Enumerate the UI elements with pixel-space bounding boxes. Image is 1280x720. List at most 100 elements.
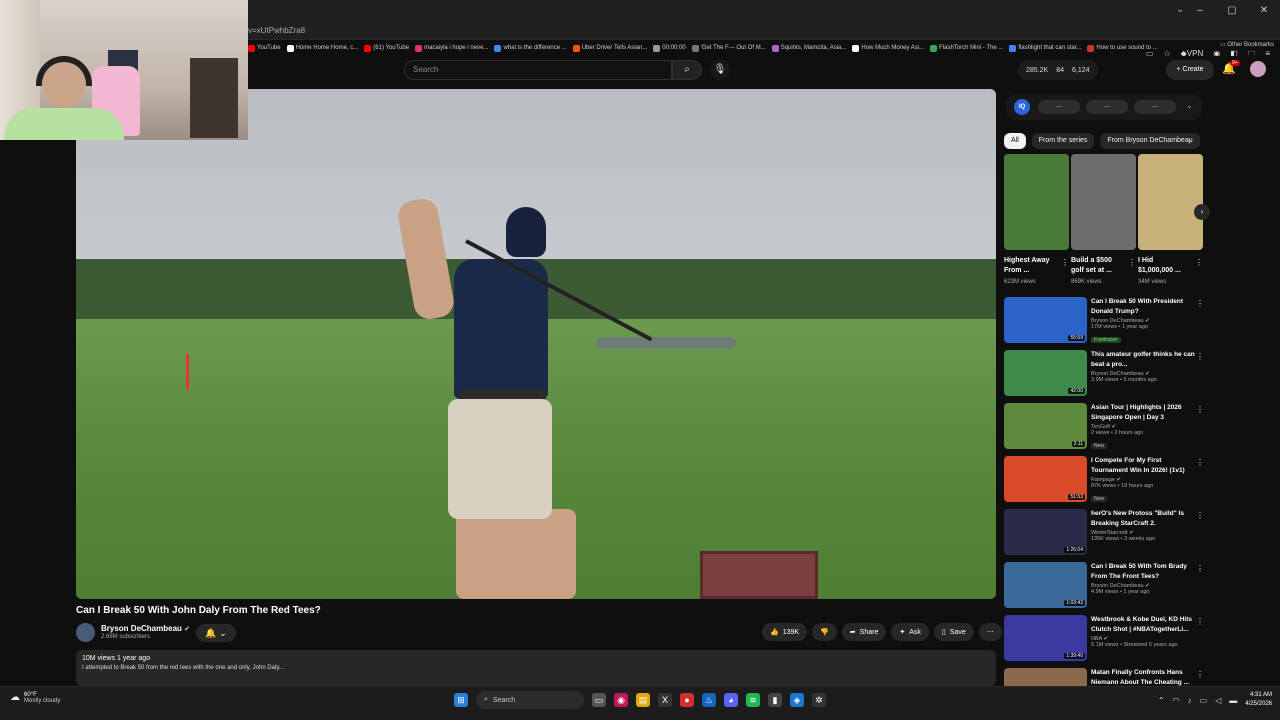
spotify-icon[interactable]: ≋ — [746, 693, 760, 707]
recommendation-item[interactable]: 2:11 Asian Tour | Highlights | 2026 Singa… — [1004, 403, 1204, 456]
bookmark-label: FlashTorch Mini - The ... — [939, 45, 1004, 51]
more-vert-icon[interactable]: ⋮ — [1196, 670, 1204, 679]
more-vert-icon[interactable]: ⋮ — [1196, 352, 1204, 361]
url-text[interactable]: v=xUtPwhbZra8 — [248, 26, 305, 35]
save-button[interactable]: ▯ Save — [933, 623, 974, 641]
bookmark-item[interactable]: 'Get The F--- Out Of M... — [691, 44, 766, 52]
more-vert-icon[interactable]: ⋮ — [1196, 511, 1204, 520]
weather-widget[interactable]: ☁ 60°F Mostly cloudy — [10, 692, 60, 704]
recommendation-item[interactable]: 55:59 Can I Break 50 With President Donal… — [1004, 297, 1204, 350]
restore-icon[interactable]: ▢ — [1216, 0, 1248, 22]
terminal-icon[interactable]: ▮ — [768, 693, 782, 707]
channel-avatar[interactable] — [76, 623, 95, 642]
bookmark-item[interactable]: flashlight that can star... — [1009, 44, 1081, 52]
recommendation-item[interactable]: 1:03:43 Can I Break 50 With Tom Brady Fro… — [1004, 562, 1204, 615]
recommendation-info: Westbrook & Kobe Duel, KD Hits Clutch Sh… — [1091, 615, 1195, 648]
video-frame-pond — [596, 337, 736, 349]
chevron-right-icon: › — [1200, 207, 1204, 216]
bookmark-item[interactable]: How to use sound to ... — [1087, 44, 1158, 52]
recommendation-item[interactable]: 1:26:04 herO's New Protoss "Build" Is Bre… — [1004, 509, 1204, 562]
more-vert-icon[interactable]: ⋮ — [1196, 564, 1204, 573]
video-frame-golfer-shorts — [448, 399, 552, 519]
more-vert-icon[interactable]: ⋮ — [1196, 405, 1204, 414]
extension-stats[interactable]: 285.2K 84 6,124 — [1018, 60, 1098, 80]
more-vert-icon[interactable]: ⋮ — [1128, 258, 1136, 267]
ai-pill-3[interactable]: --- — [1134, 100, 1176, 114]
bookmark-item[interactable]: 00:00:00 — [653, 44, 686, 52]
chevron-down-icon[interactable]: ⌄ — [1186, 101, 1193, 110]
shelf-item[interactable]: Highest Away From ... 623M views ⋮ — [1004, 154, 1069, 285]
chip-from-channel[interactable]: From Bryson DeChambeau — [1100, 133, 1200, 149]
chip-from-series[interactable]: From the series — [1031, 133, 1095, 149]
browser-app-icon[interactable]: ◉ — [614, 693, 628, 707]
x-app-icon[interactable]: X — [658, 693, 672, 707]
description-text: I attempted to Break 50 from the red tee… — [82, 665, 284, 671]
minimize-icon[interactable]: – — [1184, 0, 1216, 22]
bookmark-item[interactable]: How Much Money Asi... — [852, 44, 924, 52]
subscribed-button[interactable]: 🔔 ⌄ — [196, 624, 236, 642]
recommendation-item[interactable]: 1:39:40 Westbrook & Kobe Duel, KD Hits Cl… — [1004, 615, 1204, 668]
bookmark-favicon-icon — [653, 44, 661, 52]
create-button[interactable]: + Create — [1166, 60, 1214, 80]
ask-button[interactable]: ✦ Ask — [891, 623, 929, 641]
more-vert-icon[interactable]: ⋮ — [1196, 458, 1204, 467]
bookmark-item[interactable]: Uber Driver Tells Asian... — [572, 44, 647, 52]
windows-start-icon[interactable]: ⊞ — [454, 693, 468, 707]
network-icon[interactable]: ◠ — [1173, 696, 1180, 705]
ai-pill-1[interactable]: --- — [1038, 100, 1080, 114]
recommendation-item[interactable]: 42:00 This amateur golfer thinks he can b… — [1004, 350, 1204, 403]
search-icon: ⌕ — [684, 64, 690, 75]
task-view-icon[interactable]: ▭ — [592, 693, 606, 707]
description-box[interactable]: 10M views 1 year ago I attempted to Brea… — [76, 650, 996, 686]
app-icon[interactable]: ● — [680, 693, 694, 707]
file-explorer-icon[interactable]: ▤ — [636, 693, 650, 707]
shelf-next-button[interactable]: › — [1194, 204, 1210, 220]
display-icon[interactable]: ▭ — [1200, 696, 1208, 705]
battery-icon[interactable]: ▬ — [1229, 696, 1237, 705]
search-button[interactable]: ⌕ — [672, 60, 702, 80]
bookmark-item[interactable]: (61) YouTube — [364, 44, 409, 52]
video-player[interactable] — [76, 89, 996, 599]
channel-name[interactable]: Bryson DeChambeau ✔ — [101, 624, 190, 633]
duration-badge: 55:59 — [1068, 335, 1085, 341]
recommendation-item[interactable]: 51:53 I Compete For My First Tournament W… — [1004, 456, 1204, 509]
bookmark-item[interactable]: Home Home Home, c... — [286, 44, 358, 52]
recommendation-thumbnail: 2:11 — [1004, 403, 1087, 449]
share-button[interactable]: ➦ Share — [841, 623, 887, 641]
bookmark-favicon-icon — [1009, 44, 1017, 52]
clock[interactable]: 4:31 AM 4/25/2026 — [1245, 691, 1272, 709]
more-vert-icon[interactable]: ⋮ — [1195, 258, 1203, 267]
bookmark-item[interactable]: macaiyla i hope i neve... — [415, 44, 489, 52]
chevron-right-icon[interactable]: › — [1188, 136, 1191, 146]
more-vert-icon[interactable]: ⋮ — [1196, 617, 1204, 626]
app-icon-2[interactable]: ◈ — [790, 693, 804, 707]
mic-tray-icon[interactable]: ♪ — [1188, 696, 1192, 705]
bookmark-item[interactable]: what is the difference ... — [494, 44, 567, 52]
volume-icon[interactable]: ◁ — [1215, 696, 1221, 705]
bookmark-label: macaiyla i hope i neve... — [424, 45, 489, 51]
bookmark-item[interactable]: YouTube — [248, 44, 281, 52]
search-icon: ⌕ — [484, 696, 488, 703]
ai-pill-2[interactable]: --- — [1086, 100, 1128, 114]
taskbar-search[interactable]: ⌕ Search — [476, 691, 584, 709]
more-vert-icon[interactable]: ⋮ — [1196, 299, 1204, 308]
chevron-up-icon[interactable]: ⌃ — [1158, 696, 1165, 705]
more-vert-icon[interactable]: ⋮ — [1061, 258, 1069, 267]
bookmark-item[interactable]: Squints, Mamcita, Asia... — [771, 44, 846, 52]
shelf-item[interactable]: Build a $500 golf set at ... 869K views … — [1071, 154, 1136, 285]
dislike-button[interactable]: 👎 — [812, 623, 837, 641]
discord-icon[interactable]: ◕ — [724, 693, 738, 707]
other-bookmarks[interactable]: ▭ Other Bookmarks — [1220, 41, 1274, 48]
more-actions-button[interactable]: ⋯ — [978, 623, 1002, 641]
chip-all[interactable]: All — [1004, 133, 1026, 149]
steam-icon[interactable]: ♨ — [702, 693, 716, 707]
settings-icon[interactable]: ✲ — [812, 693, 826, 707]
search-input[interactable]: Search — [404, 60, 672, 80]
close-icon[interactable]: ✕ — [1248, 0, 1280, 22]
shelf-item[interactable]: I Hid $1,000,000 ... 34M views ⋮ — [1138, 154, 1203, 285]
like-button[interactable]: 👍 139K — [762, 623, 808, 641]
voice-search-button[interactable]: 🎙 — [710, 60, 730, 80]
account-avatar[interactable] — [1250, 61, 1266, 77]
recommendation-info: Asian Tour | Highlights | 2026 Singapore… — [1091, 403, 1195, 450]
bookmark-item[interactable]: FlashTorch Mini - The ... — [930, 44, 1004, 52]
